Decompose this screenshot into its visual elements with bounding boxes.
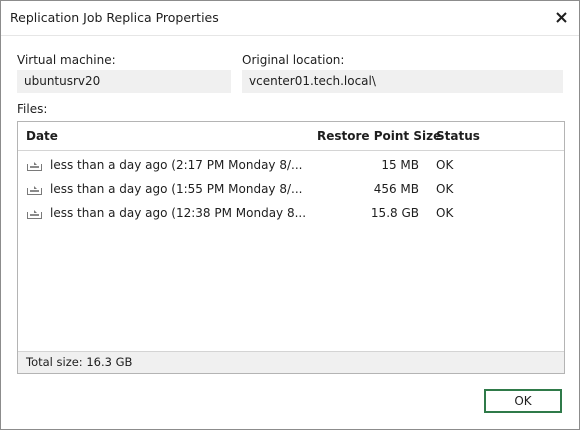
table-header: Date Restore Point Size Status bbox=[18, 122, 564, 151]
virtual-machine-field: ubuntusrv20 bbox=[17, 70, 231, 93]
column-date[interactable]: Date bbox=[26, 129, 58, 143]
table-row[interactable]: less than a day ago (12:38 PM Monday 8..… bbox=[18, 202, 564, 226]
restore-point-icon bbox=[27, 210, 42, 219]
table-footer: Total size: 16.3 GB bbox=[18, 351, 564, 373]
row-status: OK bbox=[436, 182, 454, 196]
files-label: Files: bbox=[17, 102, 48, 116]
row-status: OK bbox=[436, 206, 454, 220]
restore-point-icon bbox=[27, 186, 42, 195]
row-size: 456 MB bbox=[373, 182, 419, 196]
title-bar: Replication Job Replica Properties bbox=[1, 1, 579, 35]
table-row[interactable]: less than a day ago (1:55 PM Monday 8/..… bbox=[18, 178, 564, 202]
table-row[interactable]: less than a day ago (2:17 PM Monday 8/..… bbox=[18, 154, 564, 178]
window-title: Replication Job Replica Properties bbox=[10, 10, 219, 25]
column-restore-point-size[interactable]: Restore Point Size bbox=[317, 129, 441, 143]
original-location-field: vcenter01.tech.local\ bbox=[242, 70, 563, 93]
row-size: 15 MB bbox=[381, 158, 419, 172]
row-date: less than a day ago (2:17 PM Monday 8/..… bbox=[50, 158, 303, 172]
row-size: 15.8 GB bbox=[370, 206, 419, 220]
row-status: OK bbox=[436, 158, 454, 172]
ok-button[interactable]: OK bbox=[484, 389, 562, 413]
column-status[interactable]: Status bbox=[436, 129, 480, 143]
close-icon bbox=[555, 11, 567, 23]
files-table: Date Restore Point Size Status less than… bbox=[17, 121, 565, 374]
total-size: Total size: 16.3 GB bbox=[26, 355, 133, 369]
close-button[interactable] bbox=[553, 9, 569, 25]
row-date: less than a day ago (1:55 PM Monday 8/..… bbox=[50, 182, 303, 196]
replica-properties-dialog: Replication Job Replica Properties Virtu… bbox=[0, 0, 580, 430]
restore-point-icon bbox=[27, 162, 42, 171]
original-location-label: Original location: bbox=[242, 53, 345, 67]
virtual-machine-label: Virtual machine: bbox=[17, 53, 116, 67]
row-date: less than a day ago (12:38 PM Monday 8..… bbox=[50, 206, 307, 220]
title-separator bbox=[1, 35, 579, 36]
